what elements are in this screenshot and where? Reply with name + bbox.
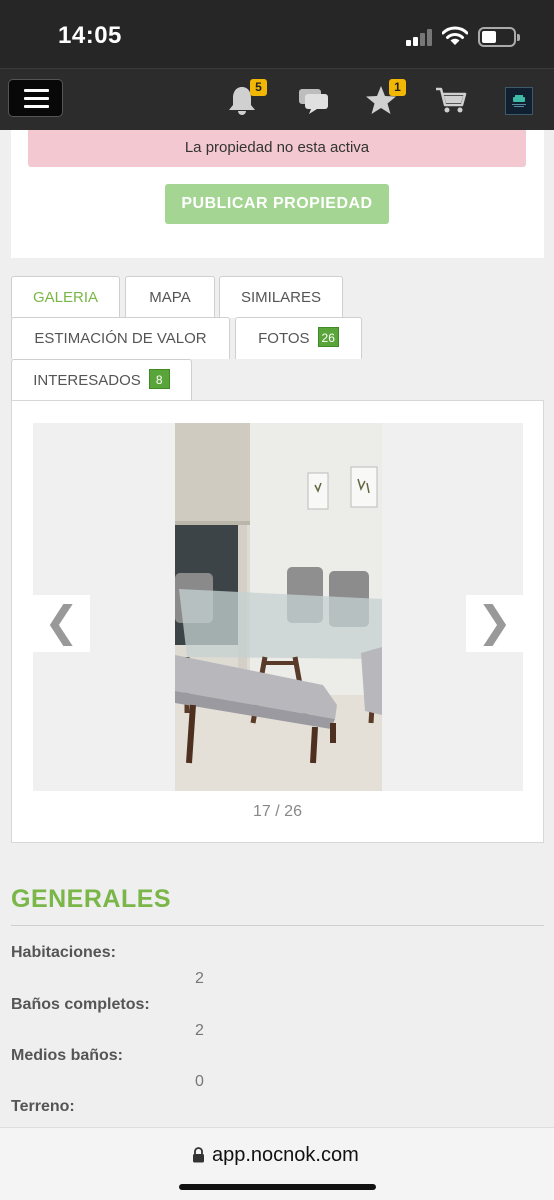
tab-label: MAPA: [149, 289, 191, 306]
favorites-badge: 1: [389, 79, 406, 96]
fotos-count-badge: 26: [317, 327, 339, 347]
gallery-next-button[interactable]: ❯: [466, 595, 523, 652]
chevron-left-icon: ❮: [43, 598, 80, 645]
tab-estimacion-de-valor[interactable]: ESTIMACIÓN DE VALOR: [11, 317, 230, 359]
browser-address-bar[interactable]: app.nocnok.com: [0, 1127, 554, 1200]
menu-button[interactable]: [8, 79, 63, 117]
cart-icon: [436, 87, 467, 113]
home-indicator: [179, 1184, 376, 1190]
tab-label: FOTOS: [258, 330, 310, 347]
tab-label: SIMILARES: [240, 289, 322, 306]
section-divider: [11, 925, 544, 926]
chat-icon: [299, 89, 328, 114]
property-status-card: La propiedad no esta activa PUBLICAR PRO…: [11, 130, 544, 258]
tab-similares[interactable]: SIMILARES: [219, 276, 343, 318]
tab-galeria[interactable]: GALERIA: [11, 276, 120, 318]
interesados-count-badge: 8: [148, 369, 170, 389]
chevron-right-icon: ❯: [476, 598, 513, 645]
tab-label: INTERESADOS: [33, 372, 141, 389]
notifications-button[interactable]: 5: [225, 79, 267, 117]
habitaciones-value: 2: [195, 970, 204, 987]
avatar[interactable]: [505, 87, 533, 115]
publish-property-button[interactable]: PUBLICAR PROPIEDAD: [165, 184, 389, 224]
tab-label: ESTIMACIÓN DE VALOR: [34, 330, 207, 347]
section-title-generales: GENERALES: [11, 885, 172, 913]
gallery-counter: 17 / 26: [253, 803, 302, 820]
gallery-prev-button[interactable]: ❮: [33, 595, 90, 652]
medios-banos-label: Medios baños:: [11, 1047, 124, 1064]
property-photo[interactable]: [175, 423, 382, 791]
status-time: 14:05: [58, 22, 122, 49]
top-navbar: 5 1: [0, 68, 554, 130]
tab-label: GALERIA: [32, 289, 99, 306]
inactive-property-alert: La propiedad no esta activa: [28, 130, 526, 167]
photo-gallery: ❮ ❯ 17 / 26: [11, 400, 544, 843]
favorites-button[interactable]: 1: [364, 79, 406, 117]
banos-completos-label: Baños completos:: [11, 996, 150, 1013]
tab-mapa[interactable]: MAPA: [125, 276, 215, 318]
habitaciones-label: Habitaciones:: [11, 944, 116, 961]
wifi-icon: [442, 26, 468, 45]
url-text[interactable]: app.nocnok.com: [212, 1144, 359, 1167]
cellular-signal-icon: [406, 28, 434, 46]
gallery-stage: ❮ ❯: [33, 423, 523, 791]
terreno-label: Terreno:: [11, 1098, 75, 1115]
battery-icon: [478, 27, 520, 47]
tab-fotos[interactable]: FOTOS 26: [235, 317, 362, 359]
cart-button[interactable]: [434, 83, 470, 117]
notifications-badge: 5: [250, 79, 267, 96]
lock-icon: [193, 1147, 204, 1163]
banos-completos-value: 2: [195, 1022, 204, 1039]
messages-button[interactable]: [297, 83, 333, 117]
status-bar: 14:05: [0, 0, 554, 68]
tab-interesados[interactable]: INTERESADOS 8: [11, 359, 192, 401]
medios-banos-value: 0: [195, 1073, 204, 1090]
